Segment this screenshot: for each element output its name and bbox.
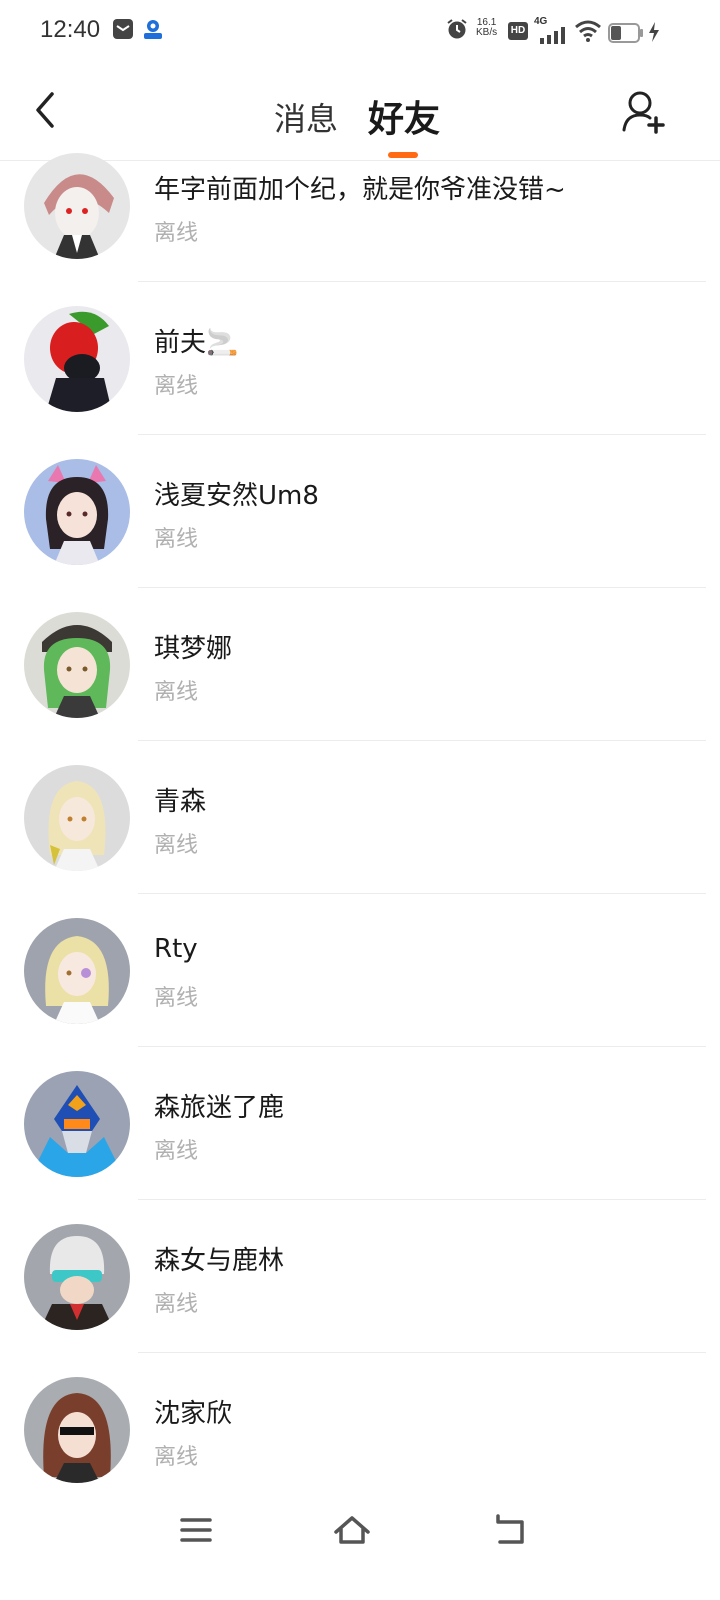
- friend-list: 年字前面加个纪，就是你爷准没错~ 离线 前夫🚬 离线 浅夏安然Um8 离线 琪梦…: [0, 129, 720, 1506]
- signal-icon: [538, 26, 566, 48]
- friend-name: 沈家欣: [154, 1399, 233, 1429]
- friend-name: 年字前面加个纪，就是你爷准没错~: [154, 175, 566, 205]
- friend-name: 琪梦娜: [154, 634, 233, 664]
- menu-button[interactable]: [174, 1508, 218, 1552]
- friend-item[interactable]: 浅夏安然Um8 离线: [0, 435, 720, 588]
- friend-item[interactable]: 年字前面加个纪，就是你爷准没错~ 离线: [0, 129, 720, 282]
- back-icon: [496, 1514, 524, 1544]
- home-icon: [334, 1516, 370, 1544]
- friend-name: Rty: [154, 934, 198, 964]
- avatar[interactable]: [24, 612, 130, 718]
- alarm-icon: [446, 18, 468, 44]
- friend-item[interactable]: 青森 离线: [0, 741, 720, 894]
- friend-status: 离线: [154, 1292, 199, 1317]
- friend-status: 离线: [154, 833, 199, 858]
- friend-name: 浅夏安然Um8: [154, 481, 319, 511]
- avatar[interactable]: [24, 153, 130, 259]
- status-bar: 12:40 16.1 KB/s HD 4G: [0, 0, 720, 64]
- mail-icon: [112, 18, 134, 44]
- avatar[interactable]: [24, 1224, 130, 1330]
- back-nav-button[interactable]: [488, 1508, 532, 1552]
- friend-name: 前夫🚬: [154, 328, 239, 358]
- menu-icon: [180, 1518, 212, 1542]
- friend-item[interactable]: 前夫🚬 离线: [0, 282, 720, 435]
- status-time: 12:40: [40, 16, 101, 43]
- back-button[interactable]: [28, 86, 68, 134]
- network-speed: 16.1 KB/s: [476, 18, 497, 38]
- avatar[interactable]: [24, 765, 130, 871]
- back-arrow-icon: [36, 92, 54, 128]
- network-speed-unit: KB/s: [476, 27, 498, 38]
- friend-item[interactable]: 沈家欣 离线: [0, 1353, 720, 1506]
- avatar[interactable]: [24, 1071, 130, 1177]
- app-notification-icon: [142, 18, 164, 44]
- wifi-icon: [574, 20, 602, 46]
- avatar[interactable]: [24, 918, 130, 1024]
- home-button[interactable]: [330, 1508, 374, 1552]
- friend-status: 离线: [154, 221, 199, 246]
- charging-icon: [648, 22, 660, 46]
- avatar[interactable]: [24, 1377, 130, 1483]
- friend-status: 离线: [154, 527, 199, 552]
- battery-icon: [608, 22, 644, 48]
- friend-item[interactable]: 琪梦娜 离线: [0, 588, 720, 741]
- hd-badge: HD: [508, 22, 528, 40]
- system-nav-bar: [0, 1490, 720, 1600]
- friend-status: 离线: [154, 1445, 199, 1470]
- friend-status: 离线: [154, 680, 199, 705]
- avatar[interactable]: [24, 306, 130, 412]
- friend-name: 森女与鹿林: [154, 1246, 285, 1276]
- friend-name: 森旅迷了鹿: [154, 1093, 285, 1123]
- friend-status: 离线: [154, 986, 199, 1011]
- avatar[interactable]: [24, 459, 130, 565]
- friend-name: 青森: [154, 787, 207, 817]
- friend-item[interactable]: 森旅迷了鹿 离线: [0, 1047, 720, 1200]
- friend-status: 离线: [154, 374, 199, 399]
- friend-item[interactable]: Rty 离线: [0, 894, 720, 1047]
- friend-status: 离线: [154, 1139, 199, 1164]
- friend-item[interactable]: 森女与鹿林 离线: [0, 1200, 720, 1353]
